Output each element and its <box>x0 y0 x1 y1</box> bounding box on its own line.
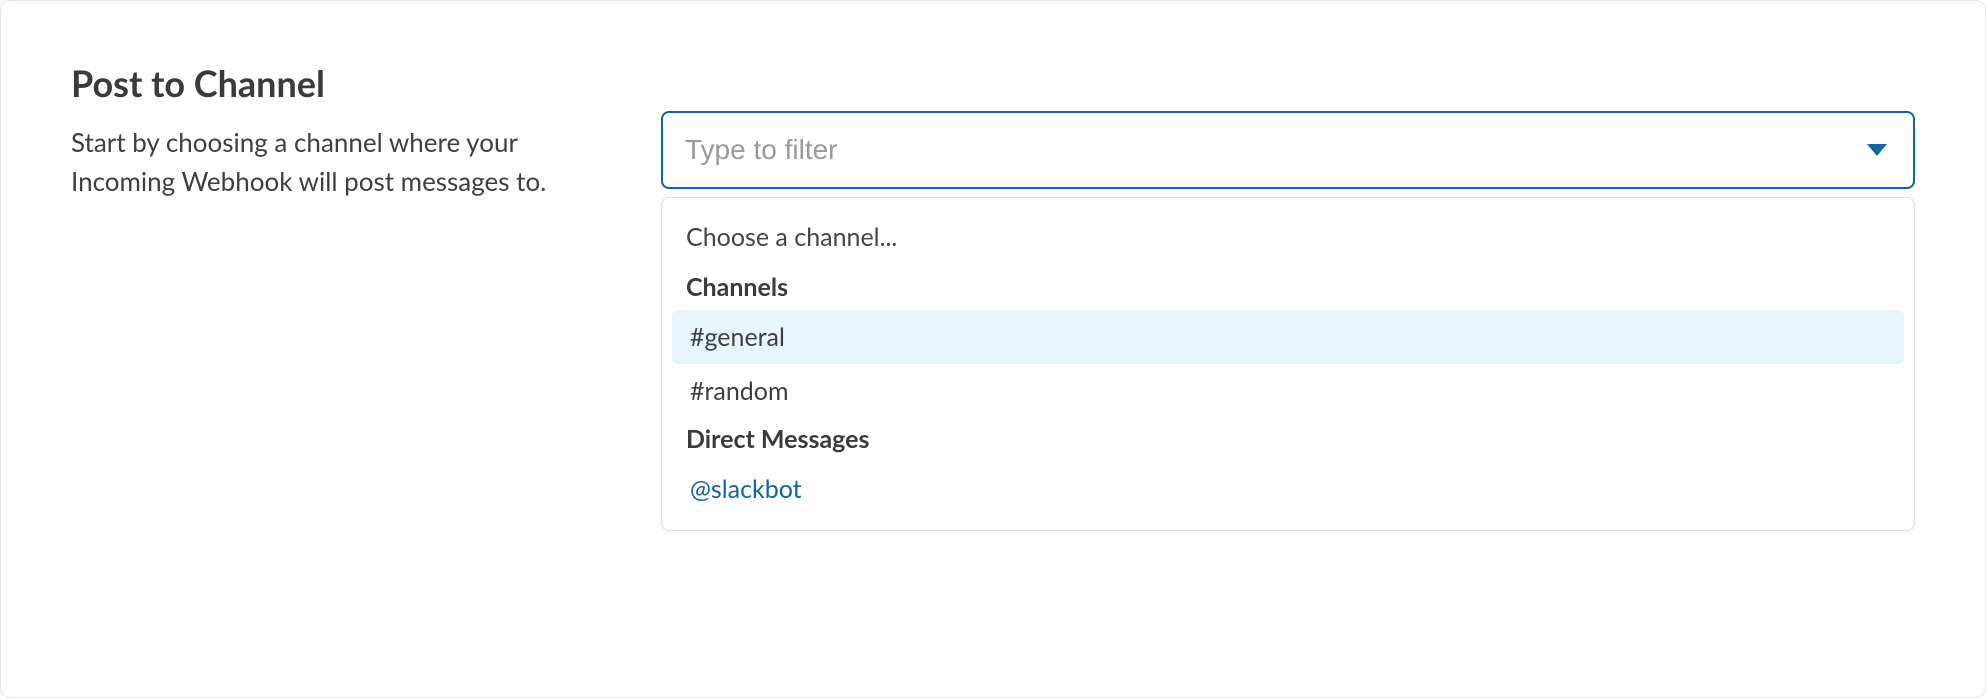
post-to-channel-panel: Post to Channel Start by choosing a chan… <box>0 0 1986 698</box>
channel-option-general[interactable]: #general <box>672 310 1904 364</box>
dropdown-prompt: Choose a channel... <box>672 212 1904 266</box>
group-label-dm: Direct Messages <box>672 418 1904 462</box>
channel-filter-input[interactable] <box>661 111 1915 189</box>
section-heading: Post to Channel <box>71 61 611 105</box>
section-description: Start by choosing a channel where your I… <box>71 123 611 201</box>
channel-dropdown: Choose a channel... Channels #general #r… <box>661 197 1915 531</box>
channel-option-random[interactable]: #random <box>672 364 1904 418</box>
right-column: Choose a channel... Channels #general #r… <box>661 61 1915 531</box>
layout-row: Post to Channel Start by choosing a chan… <box>71 61 1915 531</box>
left-column: Post to Channel Start by choosing a chan… <box>71 61 611 531</box>
channel-select[interactable] <box>661 111 1915 189</box>
dm-option-slackbot[interactable]: @slackbot <box>672 462 1904 516</box>
group-label-channels: Channels <box>672 266 1904 310</box>
